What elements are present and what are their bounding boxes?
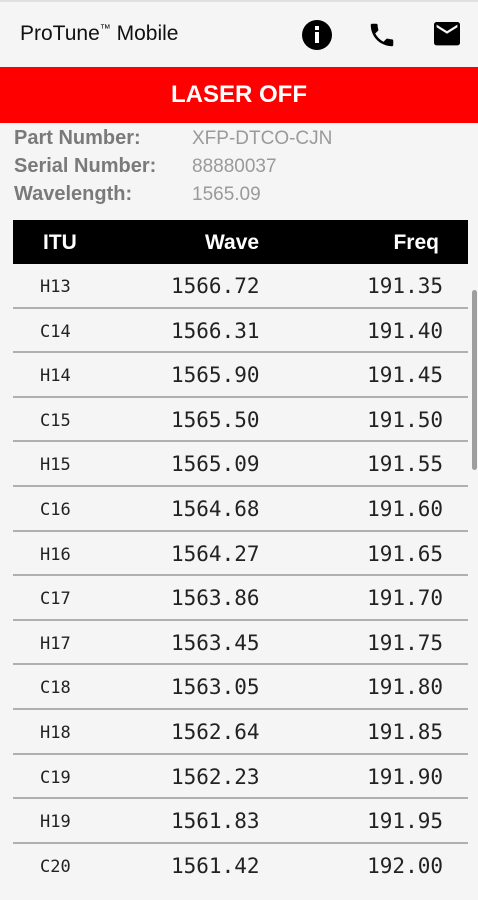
- wave-cell: 1562.64: [171, 719, 260, 744]
- laser-status-banner[interactable]: LASER OFF: [0, 67, 478, 123]
- scrollbar[interactable]: [472, 290, 477, 470]
- itu-cell: H14: [40, 366, 71, 387]
- part-number-value: XFP-DTCO-CJN: [192, 128, 333, 149]
- table-row[interactable]: H18 1562.64 191.85: [13, 710, 468, 755]
- wave-cell: 1565.50: [171, 407, 260, 432]
- table-row[interactable]: C16 1564.68 191.60: [13, 487, 468, 532]
- wave-cell: 1561.83: [171, 809, 260, 834]
- itu-cell: H18: [40, 722, 71, 743]
- laser-status-text: LASER OFF: [171, 81, 307, 108]
- freq-cell: 192.00: [367, 853, 443, 878]
- freq-cell: 191.80: [367, 675, 443, 700]
- itu-cell: C18: [40, 678, 71, 699]
- app-title-name: ProTune: [20, 22, 100, 45]
- channel-table-body: H13 1566.72 191.35 C14 1566.31 191.40 H14 1565.…: [13, 264, 468, 888]
- app-bar: ProTune™ Mobile: [0, 0, 478, 67]
- mail-icon[interactable]: [430, 18, 464, 52]
- itu-cell: C17: [40, 589, 71, 610]
- freq-cell: 191.95: [367, 809, 443, 834]
- wave-cell: 1564.27: [171, 541, 260, 566]
- table-row[interactable]: C19 1562.23 191.90: [13, 755, 468, 800]
- itu-cell: C16: [40, 499, 71, 520]
- column-header-wave: Wave: [205, 231, 260, 254]
- itu-cell: C19: [40, 767, 71, 788]
- wave-cell: 1566.31: [171, 318, 260, 343]
- itu-cell: H13: [40, 277, 71, 297]
- wave-cell: 1563.45: [171, 630, 260, 655]
- freq-cell: 191.85: [367, 719, 443, 744]
- table-row[interactable]: C14 1566.31 191.40: [13, 309, 468, 354]
- itu-cell: H15: [40, 455, 71, 476]
- app-title: ProTune™ Mobile: [20, 22, 178, 46]
- table-row[interactable]: H15 1565.09 191.55: [13, 442, 468, 487]
- device-info: Part Number: XFP-DTCO-CJN Serial Number:…: [14, 125, 464, 209]
- channel-table-header: ITU Wave Freq: [13, 220, 468, 264]
- itu-cell: H16: [40, 544, 71, 565]
- part-number-row: Part Number: XFP-DTCO-CJN: [14, 125, 464, 153]
- table-row[interactable]: C17 1563.86 191.70: [13, 576, 468, 621]
- table-row[interactable]: H17 1563.45 191.75: [13, 621, 468, 666]
- table-row[interactable]: H16 1564.27 191.65: [13, 532, 468, 577]
- freq-cell: 191.45: [367, 363, 443, 388]
- wave-cell: 1566.72: [171, 274, 260, 298]
- info-icon[interactable]: [300, 18, 334, 52]
- part-number-label: Part Number:: [14, 127, 141, 149]
- freq-cell: 191.50: [367, 407, 443, 432]
- wave-cell: 1563.86: [171, 586, 260, 611]
- serial-number-label: Serial Number:: [14, 155, 157, 177]
- table-row[interactable]: H13 1566.72 191.35: [13, 264, 468, 309]
- freq-cell: 191.65: [367, 541, 443, 566]
- table-row[interactable]: C15 1565.50 191.50: [13, 398, 468, 443]
- itu-cell: C15: [40, 410, 71, 431]
- app-title-suffix: Mobile: [110, 22, 179, 45]
- wavelength-label: Wavelength:: [14, 183, 133, 205]
- serial-number-row: Serial Number: 88880037: [14, 153, 464, 181]
- freq-cell: 191.70: [367, 586, 443, 611]
- freq-cell: 191.55: [367, 452, 443, 477]
- column-header-itu: ITU: [43, 231, 77, 254]
- wave-cell: 1562.23: [171, 764, 260, 789]
- itu-cell: C14: [40, 321, 71, 342]
- table-row[interactable]: C20 1561.42 192.00: [13, 844, 468, 889]
- freq-cell: 191.90: [367, 764, 443, 789]
- wavelength-row: Wavelength: 1565.09: [14, 181, 464, 209]
- itu-cell: H17: [40, 633, 71, 654]
- freq-cell: 191.75: [367, 630, 443, 655]
- itu-cell: H19: [40, 812, 71, 833]
- trademark-symbol: ™: [99, 23, 111, 35]
- phone-icon[interactable]: [365, 18, 399, 52]
- freq-cell: 191.40: [367, 318, 443, 343]
- wave-cell: 1565.09: [171, 452, 260, 477]
- wave-cell: 1561.42: [171, 853, 260, 878]
- app-root: ProTune™ Mobile LASER OFF Part Number: X…: [0, 0, 478, 900]
- serial-number-value: 88880037: [192, 156, 277, 177]
- wave-cell: 1564.68: [171, 496, 260, 521]
- itu-cell: C20: [40, 856, 71, 877]
- wavelength-value: 1565.09: [192, 184, 261, 205]
- table-row[interactable]: H14 1565.90 191.45: [13, 353, 468, 398]
- freq-cell: 191.60: [367, 496, 443, 521]
- table-row[interactable]: H19 1561.83 191.95: [13, 799, 468, 844]
- wave-cell: 1563.05: [171, 675, 260, 700]
- column-header-freq: Freq: [393, 231, 439, 254]
- wave-cell: 1565.90: [171, 363, 260, 388]
- table-row[interactable]: C18 1563.05 191.80: [13, 665, 468, 710]
- freq-cell: 191.35: [367, 274, 443, 298]
